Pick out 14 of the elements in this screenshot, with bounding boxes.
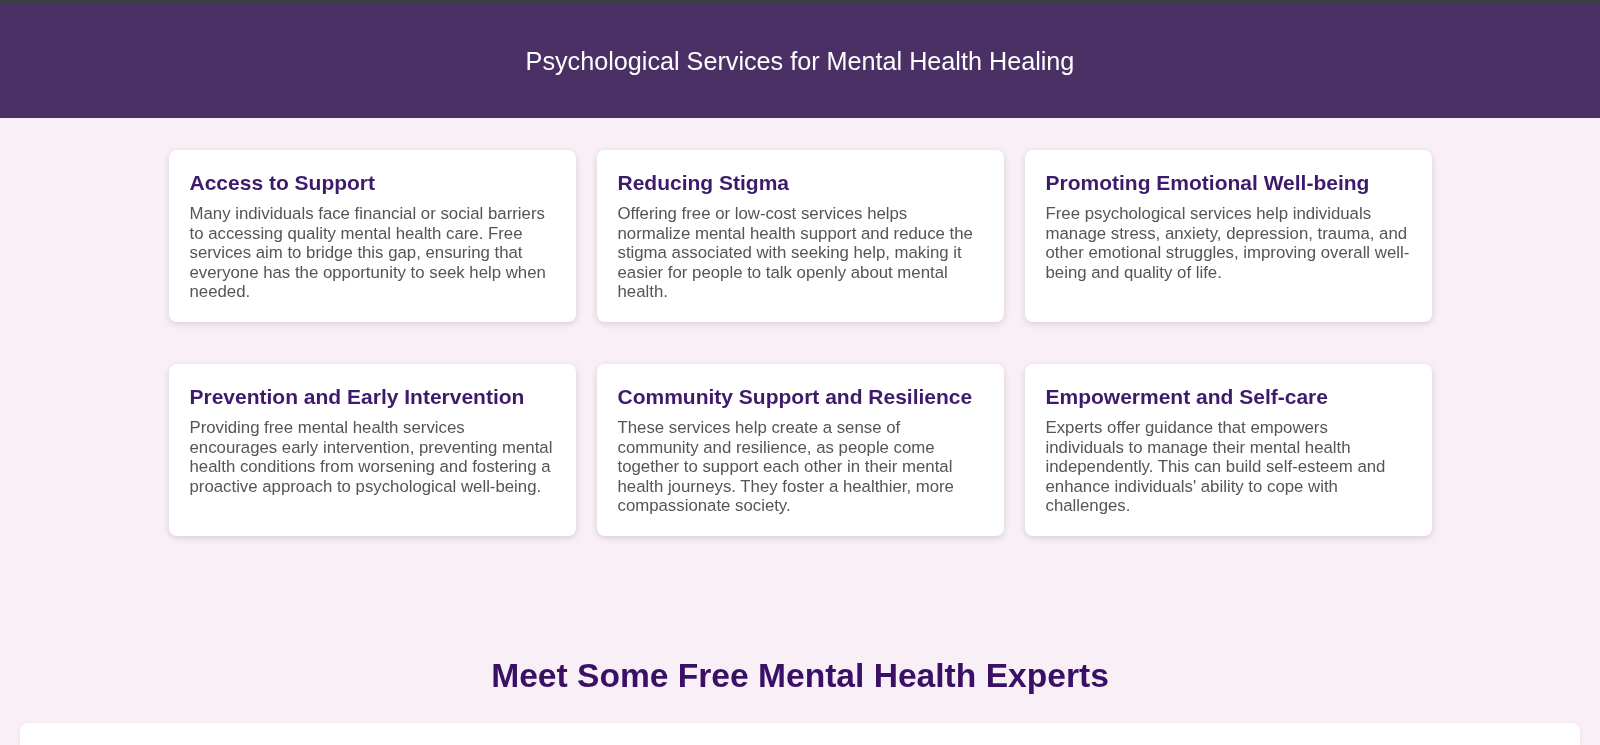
card-title: Promoting Emotional Well-being	[1045, 170, 1371, 195]
card-title: Empowerment and Self-care	[1045, 383, 1329, 409]
card-text: These services help create a sense of community and resilience, as people come together to support each other in their mental health journeys. They foster a healthier, more compassionate society.	[617, 417, 955, 516]
card-text: Free psychological services help individuals manage stress, anxiety, depression, trauma, and other emotional struggles, improving overall well-being and quality of life.	[1045, 204, 1411, 283]
card-text: Providing free mental health services encourages early intervention, preventing mental health conditions from worsening and fostering a proactive approach to psychological well-being.	[189, 417, 554, 497]
card-title: Reducing Stigma	[617, 170, 791, 195]
card-title: Prevention and Early Intervention	[189, 383, 526, 409]
section-heading: Meet Some Free Mental Health Experts	[490, 655, 1110, 696]
card-text: Offering free or low-cost services helps normalize mental health support and reduce the stigma associated with seeking help, making it easier for people to talk openly about mental health.	[617, 204, 974, 302]
card-title: Access to Support	[189, 170, 377, 195]
card-text: Experts offer guidance that empowers individuals to manage their mental health independently. This can build self-esteem and enhance individuals' ability to cope with challenges.	[1045, 417, 1387, 516]
card-text: Many individuals face financial or social barriers to accessing quality mental health care. Free services aim to bridge this gap, ensuring that everyone has the opportunity to seek help when needed.	[189, 204, 547, 302]
page-title: Psychological Services for Mental Health Healing	[525, 46, 1075, 76]
card-title: Community Support and Resilience	[617, 383, 974, 409]
